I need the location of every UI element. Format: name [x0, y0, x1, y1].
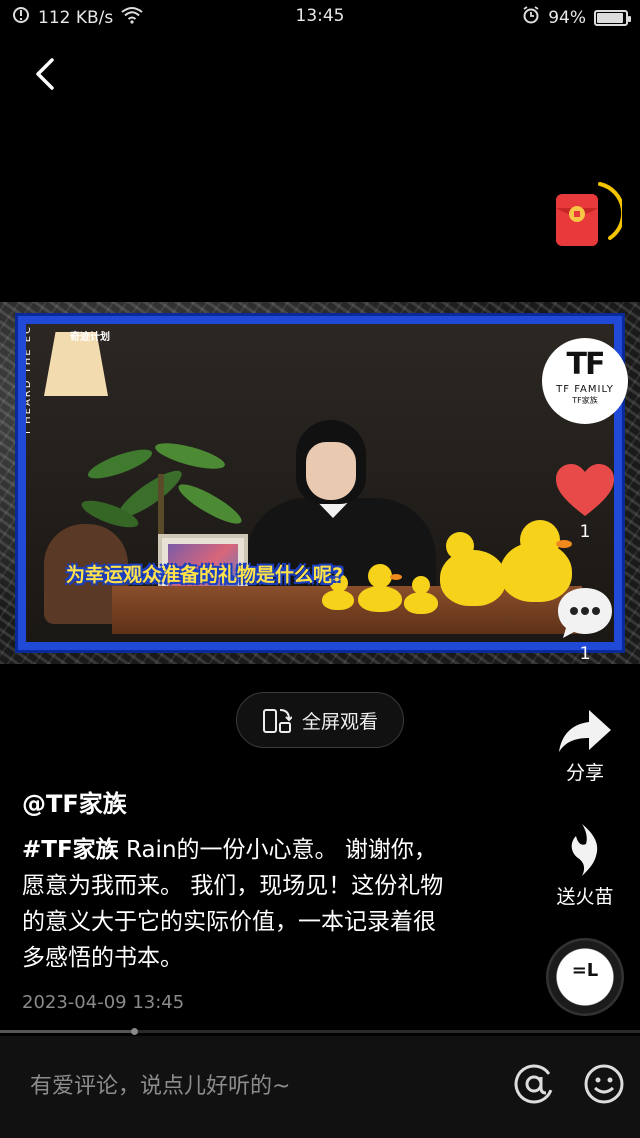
duck-image [404, 592, 438, 614]
hashtag-link[interactable]: #TF家族 [22, 837, 119, 863]
post-timestamp: 2023-04-09 13:45 [22, 992, 185, 1013]
comment-bar: 有爱评论，说点儿好听的~ [0, 1036, 640, 1138]
video-frame-label: 奇迹计划 [70, 332, 110, 343]
progress-fill [0, 1030, 135, 1033]
music-disc-button[interactable]: =L [546, 938, 624, 1016]
post-description: #TF家族 Rain的一份小心意。 谢谢你，愿意为我而来。 我们，现场见！这份礼… [22, 832, 452, 976]
duck-head [368, 564, 392, 588]
flame-icon [571, 824, 598, 876]
fullscreen-label: 全屏观看 [301, 710, 378, 733]
channel-logo-mark: TF [566, 347, 606, 382]
status-bar: 112 KB/s 13:45 94% [0, 0, 640, 34]
battery-percent: 94% [548, 7, 586, 28]
comment-button[interactable]: 1 [545, 584, 625, 664]
mention-button[interactable] [512, 1062, 556, 1106]
duck-head [412, 576, 430, 594]
channel-logo-name: TF FAMILY [556, 384, 614, 395]
comment-count: 1 [579, 644, 591, 664]
like-count: 1 [579, 522, 591, 542]
duck-beak [390, 574, 402, 580]
status-right: 94% [522, 6, 631, 29]
send-fire-label: 送火苗 [556, 886, 614, 908]
author-name[interactable]: @TF家族 [22, 784, 127, 819]
video-frame: 奇迹计划 I HEARD THE ECHO 为幸运观众准备的礼物是什么呢? [18, 316, 622, 650]
heart-icon [556, 464, 614, 516]
like-button[interactable]: 1 [545, 462, 625, 542]
progress-handle[interactable] [131, 1028, 139, 1035]
duck-image [440, 550, 506, 606]
fullscreen-button[interactable]: 全屏观看 [236, 692, 404, 748]
channel-logo-sub: TF家族 [572, 396, 598, 405]
music-disc-label: =L [571, 960, 599, 981]
smiley-icon [584, 1064, 624, 1104]
channel-avatar[interactable]: TF TF FAMILY TF家族 [542, 338, 628, 424]
send-fire-button[interactable]: 送火苗 [545, 822, 625, 909]
emoji-button[interactable] [582, 1062, 626, 1106]
chevron-left-icon [36, 58, 54, 90]
share-arrow-icon [559, 710, 611, 752]
share-button[interactable]: 分享 [545, 706, 625, 785]
back-button[interactable] [26, 52, 66, 96]
video-side-text: I HEARD THE ECHO [22, 316, 33, 434]
red-packet-icon [556, 182, 626, 246]
at-sign-icon [514, 1064, 554, 1104]
person-face [306, 442, 356, 500]
duck-head [446, 532, 474, 560]
red-packet-button[interactable] [548, 178, 626, 252]
battery-icon [594, 9, 631, 26]
video-progress-bar[interactable] [0, 1028, 640, 1035]
duck-image [358, 586, 402, 612]
alarm-icon [522, 6, 540, 29]
comment-bubble-icon [558, 588, 612, 638]
rotate-screen-icon [262, 709, 292, 733]
comment-input[interactable]: 有爱评论，说点儿好听的~ [30, 1068, 290, 1100]
duck-image [322, 590, 354, 610]
share-label: 分享 [565, 762, 604, 784]
battery-fill [597, 12, 624, 23]
video-caption: 为幸运观众准备的礼物是什么呢? [66, 564, 344, 586]
